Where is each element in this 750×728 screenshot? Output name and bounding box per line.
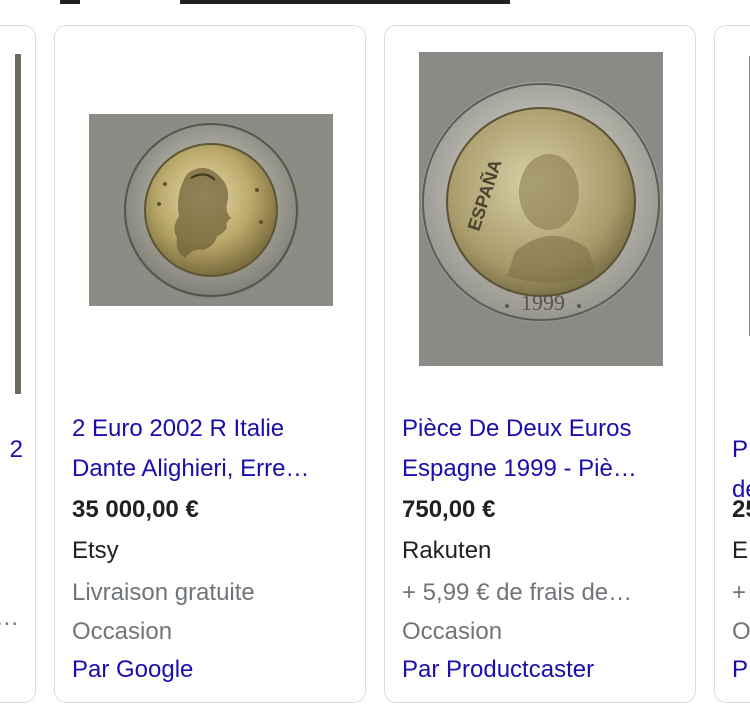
comparison-service-link[interactable]: Par Productcaster (402, 656, 681, 684)
product-card-partial-right[interactable]: P de 25 E + O P (714, 25, 750, 703)
merchant-name: Rakuten (402, 537, 492, 564)
spain-2-euro-coin-image: ESPAÑA 1999 (419, 52, 663, 366)
product-image-partial (15, 54, 21, 394)
product-condition: Occasion (72, 618, 173, 645)
shipping-info: Livraison gratuite (72, 579, 255, 606)
product-card[interactable]: 2 Euro 2002 R Italie Dante Alighieri, Er… (54, 25, 366, 703)
product-title-fragment[interactable]: P (732, 436, 748, 464)
merchant-fragment: E (732, 537, 749, 564)
comparison-service-link[interactable]: Par Google (72, 656, 351, 684)
price-fragment: 25 (732, 496, 750, 523)
product-condition: Occasion (402, 618, 503, 645)
section-heading-cutoff (0, 0, 750, 8)
condition-fragment: O (732, 618, 750, 645)
product-title-fragment[interactable]: 2 (10, 436, 23, 464)
product-price: 750,00 € (402, 496, 496, 523)
merchant-name: Etsy (72, 537, 119, 564)
shipping-info: + 5,99 € de frais de… (402, 579, 633, 606)
product-title-line1[interactable]: Pièce De Deux Euros (402, 409, 681, 449)
product-title-line2[interactable]: Dante Alighieri, Erre… (72, 449, 351, 489)
comparison-service-fragment[interactable]: P (732, 656, 748, 684)
product-title-line2[interactable]: Espagne 1999 - Piè… (402, 449, 681, 489)
shipping-fragment: + (732, 579, 747, 606)
shipping-fragment: … (0, 604, 19, 632)
product-image[interactable]: ESPAÑA 1999 (385, 26, 695, 396)
product-price: 35 000,00 € (72, 496, 199, 523)
coin-year-text: 1999 (521, 290, 565, 315)
product-card-partial-left[interactable]: 2 … (0, 25, 36, 703)
product-title-line1[interactable]: 2 Euro 2002 R Italie (72, 409, 351, 449)
italy-2-euro-coin-image (89, 114, 333, 306)
product-image[interactable] (55, 26, 365, 396)
product-card[interactable]: ESPAÑA 1999 Pièce De Deux Euros Espagne … (384, 25, 696, 703)
